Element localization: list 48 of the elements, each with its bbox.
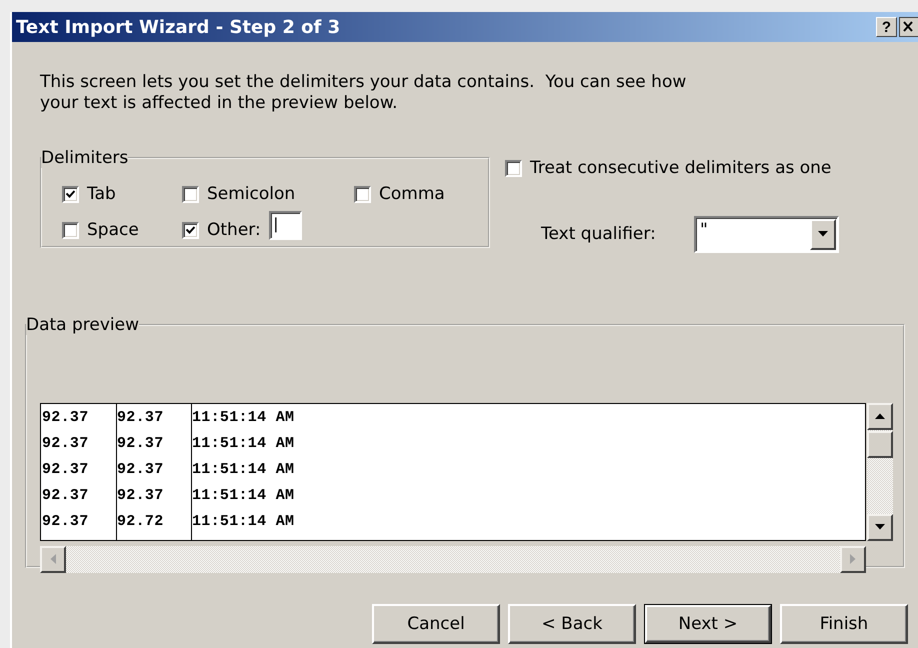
checkbox-label[interactable]: Tab (87, 184, 116, 204)
table-cell-text: 11:51:14 AM (191, 486, 296, 506)
dialog-button[interactable]: Cancel (372, 604, 500, 644)
table-cell-text: 92.37 (116, 434, 165, 454)
table-cell-text: 92.72 (116, 512, 165, 532)
checkbox[interactable] (62, 186, 79, 202)
window-title: Text Import Wizard - Step 2 of 3 (16, 16, 340, 38)
checkbox-label[interactable]: Space (87, 220, 139, 240)
checkbox[interactable] (505, 160, 522, 176)
scroll-thumb[interactable] (867, 430, 893, 458)
instruction-text: This screen lets you set the delimiters your data contains. You can see how your text is affected in the preview below. (40, 72, 688, 114)
field-label: Text qualifier: (541, 224, 657, 244)
table-cell-text: 92.37 (116, 460, 165, 480)
table-cell-text: 92.37 (116, 408, 165, 428)
table-cell-text: 92.37 (41, 486, 90, 506)
checkmark-icon (66, 190, 75, 198)
checkbox[interactable] (182, 222, 199, 238)
table-cell-text: 92.37 (41, 512, 90, 532)
table-cell-text: 92.37 (41, 408, 90, 428)
other-delimiter-field[interactable]: | (268, 210, 302, 240)
vertical-scrollbar[interactable] (867, 402, 893, 540)
group-title: Delimiters (41, 148, 128, 168)
dropdown-value: " (699, 218, 709, 242)
checkbox[interactable] (182, 186, 199, 202)
table-cell-text: 11:51:14 AM (191, 408, 296, 428)
dialog-button[interactable]: Finish (780, 604, 908, 644)
close-icon[interactable] (899, 17, 918, 37)
checkbox[interactable] (354, 186, 371, 202)
dialog-button[interactable]: Next > (644, 604, 772, 644)
table-cell-text: 92.37 (116, 486, 165, 506)
text-qualifier-dropdown[interactable]: " (694, 216, 839, 252)
checkbox[interactable] (62, 222, 79, 238)
checkbox-label[interactable]: Treat consecutive delimiters as one (530, 158, 832, 178)
scroll-down-icon[interactable] (875, 524, 885, 530)
dialog-button[interactable]: < Back (508, 604, 636, 644)
table-cell-text: 11:51:14 AM (191, 512, 296, 532)
table-cell-text: 11:51:14 AM (191, 460, 296, 480)
checkbox-label[interactable]: Comma (379, 184, 445, 204)
checkbox-label[interactable]: Semicolon (207, 184, 296, 204)
group-title: Data preview (26, 314, 140, 334)
checkbox-label[interactable]: Other: (207, 220, 261, 240)
table-cell-text: 92.37 (41, 434, 90, 454)
dropdown-arrow-icon[interactable] (818, 231, 828, 237)
help-button[interactable]: ? (876, 17, 897, 37)
table-cell-text: 11:51:14 AM (191, 434, 296, 454)
table-cell-text: 92.37 (41, 460, 90, 480)
scroll-up-icon[interactable] (875, 413, 885, 419)
checkmark-icon (186, 226, 195, 234)
